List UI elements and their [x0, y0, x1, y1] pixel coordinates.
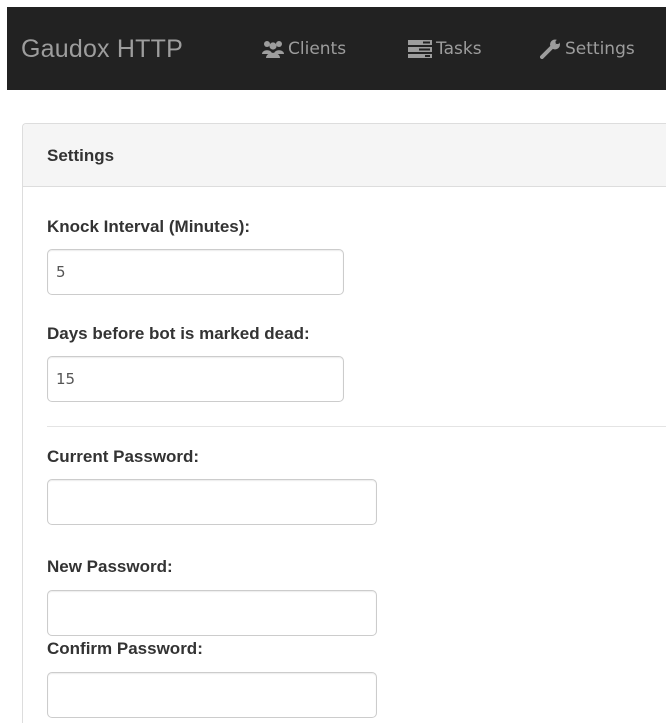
panel-heading: Settings — [23, 124, 666, 187]
wrench-icon — [540, 39, 565, 59]
nav-item-tasks-label: Tasks — [436, 39, 482, 59]
confirm-password-input[interactable] — [47, 672, 377, 718]
days-dead-input[interactable]: 15 — [47, 356, 344, 402]
section-divider — [47, 426, 666, 427]
knock-interval-input[interactable]: 5 — [47, 249, 344, 295]
tasks-icon — [407, 39, 436, 59]
new-password-label: New Password: — [47, 557, 173, 576]
current-password-input[interactable] — [47, 479, 377, 525]
confirm-password-label: Confirm Password: — [47, 639, 203, 658]
brand-title[interactable]: Gaudox HTTP — [21, 35, 183, 64]
nav-item-clients[interactable]: Clients — [261, 36, 346, 62]
current-password-label: Current Password: — [47, 447, 200, 466]
panel-title: Settings — [47, 146, 115, 165]
nav-item-settings-label: Settings — [565, 39, 635, 59]
new-password-input[interactable] — [47, 590, 377, 636]
users-icon — [261, 39, 288, 59]
nav-item-tasks[interactable]: Tasks — [407, 36, 482, 62]
days-dead-label: Days before bot is marked dead: — [47, 324, 310, 343]
nav-item-clients-label: Clients — [288, 39, 347, 59]
knock-interval-label: Knock Interval (Minutes): — [47, 217, 251, 236]
top-navbar: Gaudox HTTP Clients Tasks Settings — [7, 7, 666, 90]
nav-item-settings[interactable]: Settings — [540, 36, 635, 62]
